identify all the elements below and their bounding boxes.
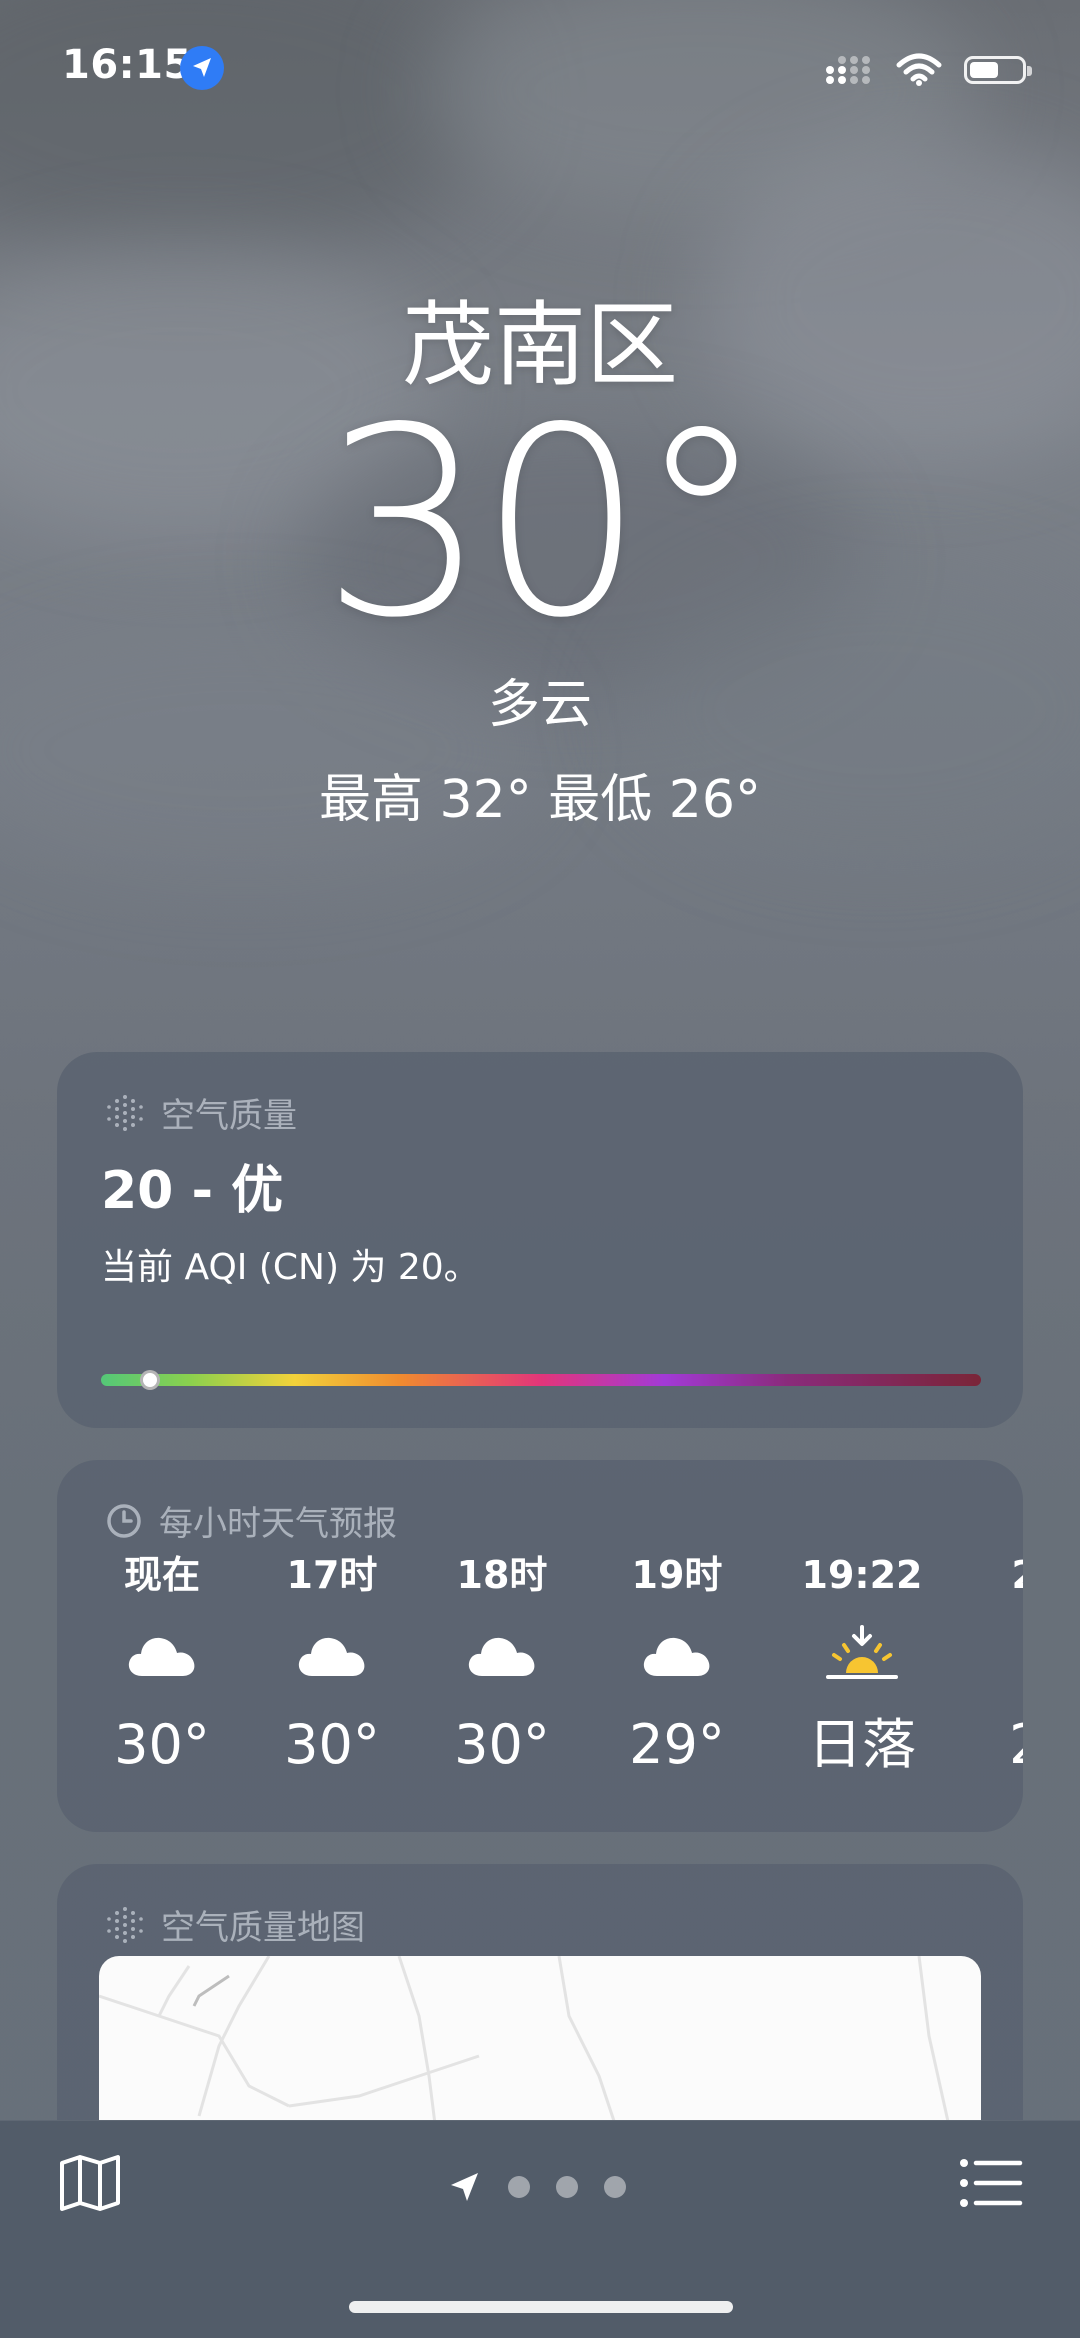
hourly-forecast-card[interactable]: 每小时天气预报 现在 30° 17时 30° 18时 30° 19时 29° 1… — [57, 1460, 1023, 1832]
cloud-icon — [427, 1600, 577, 1710]
hour-item: 19时 29° — [602, 1550, 752, 1780]
hour-temp: 28° — [982, 1710, 1023, 1780]
hourly-list[interactable]: 现在 30° 17时 30° 18时 30° 19时 29° 19:22 日落 — [57, 1550, 1023, 1820]
hour-temp: 日落 — [808, 1713, 916, 1776]
hour-item: 现在 30° — [87, 1550, 237, 1780]
hour-label: 17时 — [286, 1553, 378, 1597]
cloud-icon — [602, 1600, 752, 1710]
hour-temp: 30° — [454, 1713, 550, 1776]
map-icon[interactable] — [58, 2153, 128, 2223]
bottom-toolbar — [0, 2120, 1080, 2338]
page-indicator[interactable] — [448, 2167, 626, 2207]
list-icon[interactable] — [958, 2155, 1028, 2221]
aqi-value: 20 - 优 — [101, 1161, 284, 1221]
dotted-circle-icon — [107, 1906, 143, 1943]
current-weather: 茂南区 30° 多云 最高 32° 最低 26° — [0, 300, 1080, 832]
hour-item: 20时 28° — [982, 1550, 1023, 1780]
location-arrow-icon — [180, 46, 224, 90]
hourly-forecast-title: 每小时天气预报 — [159, 1504, 397, 1544]
aqi-scale-bar — [101, 1370, 981, 1390]
dotted-circle-icon — [107, 1094, 143, 1131]
aqi-description: 当前 AQI (CN) 为 20。 — [101, 1247, 480, 1288]
air-quality-map-title: 空气质量地图 — [161, 1908, 365, 1948]
sunset-icon — [787, 1600, 937, 1710]
air-quality-card[interactable]: 空气质量 20 - 优 当前 AQI (CN) 为 20。 — [57, 1052, 1023, 1428]
status-icons — [824, 50, 1032, 90]
wifi-icon — [896, 53, 942, 86]
battery-icon — [964, 56, 1032, 84]
air-quality-map-header: 空气质量地图 — [105, 1900, 365, 1949]
cloud-icon — [87, 1600, 237, 1710]
home-indicator[interactable] — [349, 2301, 733, 2313]
hour-temp: 29° — [629, 1713, 725, 1776]
page-dot[interactable] — [508, 2176, 530, 2198]
air-quality-header: 空气质量 — [105, 1088, 297, 1137]
current-temperature: 30° — [321, 373, 767, 675]
air-quality-title: 空气质量 — [161, 1096, 297, 1136]
status-time: 16:15 — [62, 42, 192, 88]
aqi-indicator-dot — [140, 1370, 161, 1390]
hour-temp: 30° — [284, 1713, 380, 1776]
hour-item: 18时 30° — [427, 1550, 577, 1780]
hour-label: 20时 — [982, 1550, 1023, 1600]
cloud-icon — [257, 1600, 407, 1710]
clock-icon — [107, 1503, 141, 1538]
hourly-forecast-header: 每小时天气预报 — [105, 1496, 397, 1545]
hour-label: 现在 — [123, 1553, 200, 1597]
hour-label: 18时 — [456, 1553, 548, 1597]
page-dot[interactable] — [556, 2176, 578, 2198]
cloud-icon — [982, 1600, 1023, 1710]
hour-temp: 30° — [114, 1713, 210, 1776]
location-arrow-icon[interactable] — [448, 2170, 482, 2204]
hour-item: 17时 30° — [257, 1550, 407, 1780]
high-low-temperature: 最高 32° 最低 26° — [319, 770, 761, 830]
status-bar: 16:15 — [0, 0, 1080, 130]
hour-label: 19时 — [631, 1553, 723, 1597]
hour-item: 19:22 日落 — [787, 1550, 937, 1780]
page-dot[interactable] — [604, 2176, 626, 2198]
weather-condition: 多云 — [487, 675, 592, 735]
cellular-signal-icon — [826, 56, 870, 84]
hour-label: 19:22 — [801, 1553, 923, 1597]
